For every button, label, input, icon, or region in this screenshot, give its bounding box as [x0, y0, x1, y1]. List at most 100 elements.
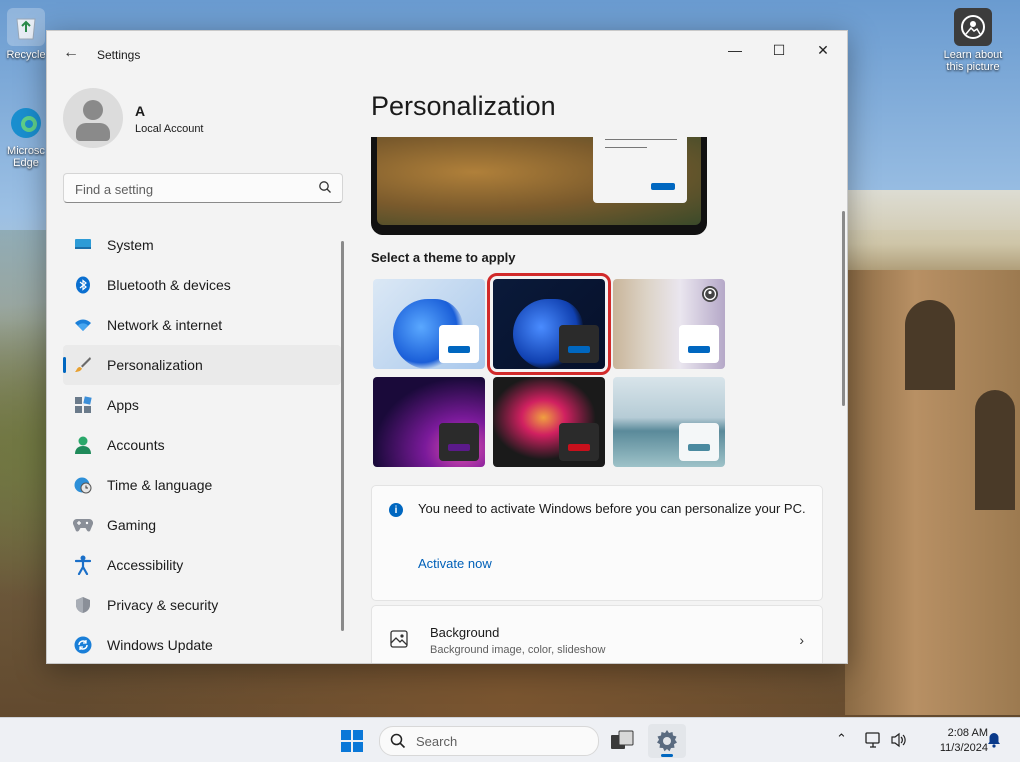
theme-windows-dark[interactable] [487, 273, 611, 375]
back-button[interactable]: ← [59, 41, 83, 65]
sidebar-item-apps[interactable]: Apps [63, 385, 341, 425]
theme-windows-light[interactable] [373, 279, 485, 369]
sidebar-scrollbar[interactable] [341, 241, 344, 631]
theme-mini-window [439, 423, 479, 461]
content-scrollbar[interactable] [842, 211, 845, 406]
sidebar-item-label: System [107, 237, 154, 253]
sidebar-item-privacy-security[interactable]: Privacy & security [63, 585, 341, 625]
bluetooth-icon [73, 275, 93, 295]
clock-date: 11/3/2024 [939, 742, 988, 754]
windows-start-icon[interactable] [341, 730, 363, 752]
taskbar-clock[interactable]: 2:08 AM 11/3/2024 [918, 726, 988, 756]
maximize-button[interactable]: ☐ [757, 35, 801, 65]
theme-mini-window [679, 325, 719, 363]
sidebar-item-label: Apps [107, 397, 139, 413]
clock-globe-icon [73, 475, 93, 495]
sidebar-nav: System Bluetooth & devices Network & int… [63, 225, 341, 663]
preview-window [593, 137, 687, 203]
minimize-icon: — [728, 42, 742, 58]
sidebar-item-gaming[interactable]: Gaming [63, 505, 341, 545]
task-view-icon[interactable] [610, 730, 634, 752]
update-icon [73, 635, 93, 655]
background-settings-row[interactable]: Background Background image, color, slid… [371, 605, 823, 663]
spotlight-icon [702, 286, 718, 302]
page-title: Personalization [371, 91, 556, 121]
monitor-icon [73, 235, 93, 255]
search-icon [319, 181, 331, 193]
wallpaper-town [845, 190, 1020, 280]
background-row-subtitle: Background image, color, slideshow [430, 644, 606, 656]
sidebar-item-label: Accessibility [107, 557, 184, 573]
sidebar-item-label: Privacy & security [107, 597, 219, 613]
activate-now-link[interactable]: Activate now [418, 556, 492, 571]
apps-icon [73, 395, 93, 415]
wallpaper-bridge [845, 270, 1020, 715]
sidebar-item-label: Bluetooth & devices [107, 277, 231, 293]
theme-preview [371, 137, 707, 235]
info-icon: i [389, 503, 403, 517]
edge-desktop-icon[interactable]: Microsc Edge [4, 104, 48, 169]
settings-search-box[interactable] [63, 173, 343, 203]
image-icon [390, 630, 408, 648]
title-bar[interactable]: ← Settings — ☐ ✕ [47, 31, 847, 75]
person-icon [73, 435, 93, 455]
theme-mini-window [439, 325, 479, 363]
personalization-content: Select a theme to apply i You need to ac… [371, 137, 823, 663]
theme-section-label: Select a theme to apply [371, 250, 516, 265]
camera-spotlight-icon [954, 8, 992, 46]
close-button[interactable]: ✕ [801, 35, 845, 65]
gamepad-icon [73, 515, 93, 535]
sidebar-item-network-internet[interactable]: Network & internet [63, 305, 341, 345]
maximize-icon: ☐ [772, 41, 786, 58]
activation-message: You need to activate Windows before you … [418, 501, 806, 516]
taskbar-settings-app[interactable] [648, 724, 686, 758]
app-title: Settings [97, 48, 141, 62]
network-icon[interactable] [864, 732, 882, 748]
accessibility-icon [73, 555, 93, 575]
background-row-title: Background [430, 625, 500, 640]
settings-window: ← Settings — ☐ ✕ A Local Account System … [46, 30, 848, 664]
minimize-button[interactable]: — [713, 35, 757, 65]
theme-glow[interactable] [373, 377, 485, 467]
arrow-left-icon: ← [63, 44, 79, 61]
chevron-up-icon[interactable]: ⌃ [836, 731, 847, 747]
sidebar-item-bluetooth-devices[interactable]: Bluetooth & devices [63, 265, 341, 305]
recycle-bin-icon [7, 8, 45, 46]
learn-about-picture-desktop-icon[interactable]: Learn about this picture [934, 8, 1012, 73]
clock-time: 2:08 AM [947, 727, 988, 739]
theme-flow[interactable] [613, 377, 725, 467]
sidebar-item-accessibility[interactable]: Accessibility [63, 545, 341, 585]
avatar[interactable] [63, 88, 123, 148]
theme-mini-window [679, 423, 719, 461]
search-icon [390, 733, 406, 749]
theme-windows-spotlight[interactable] [613, 279, 725, 369]
taskbar-search-label: Search [416, 734, 458, 749]
theme-mini-window [559, 423, 599, 461]
edge-icon [7, 104, 45, 142]
sidebar-item-label: Windows Update [107, 637, 213, 653]
theme-captured-motion[interactable] [493, 377, 605, 467]
sidebar-item-time-language[interactable]: Time & language [63, 465, 341, 505]
sidebar-item-label: Gaming [107, 517, 157, 533]
sidebar-item-label: Time & language [107, 477, 213, 493]
gear-icon [657, 730, 677, 752]
sidebar-item-windows-update[interactable]: Windows Update [63, 625, 341, 663]
brush-icon [73, 355, 93, 375]
sidebar-item-label: Network & internet [107, 317, 223, 333]
sidebar-item-accounts[interactable]: Accounts [63, 425, 341, 465]
settings-search-input[interactable] [73, 179, 317, 199]
sidebar-item-personalization[interactable]: Personalization [63, 345, 341, 385]
close-icon: ✕ [817, 41, 829, 58]
taskbar-search-box[interactable]: Search [379, 726, 599, 756]
recycle-bin-desktop-icon[interactable]: Recycle [4, 8, 48, 61]
chevron-right-icon: › [799, 632, 804, 648]
sidebar-item-label: Accounts [107, 437, 165, 453]
sidebar-item-system[interactable]: System [63, 225, 341, 265]
volume-icon[interactable] [890, 732, 908, 748]
wifi-icon [73, 315, 93, 335]
profile-account-type: Local Account [135, 123, 204, 135]
profile-name: A [135, 103, 146, 119]
notification-bell-icon[interactable] [987, 732, 1001, 748]
taskbar: Search ⌃ 2:08 AM 11/3/2024 [0, 717, 1020, 762]
activation-notice: i You need to activate Windows before yo… [371, 485, 823, 601]
